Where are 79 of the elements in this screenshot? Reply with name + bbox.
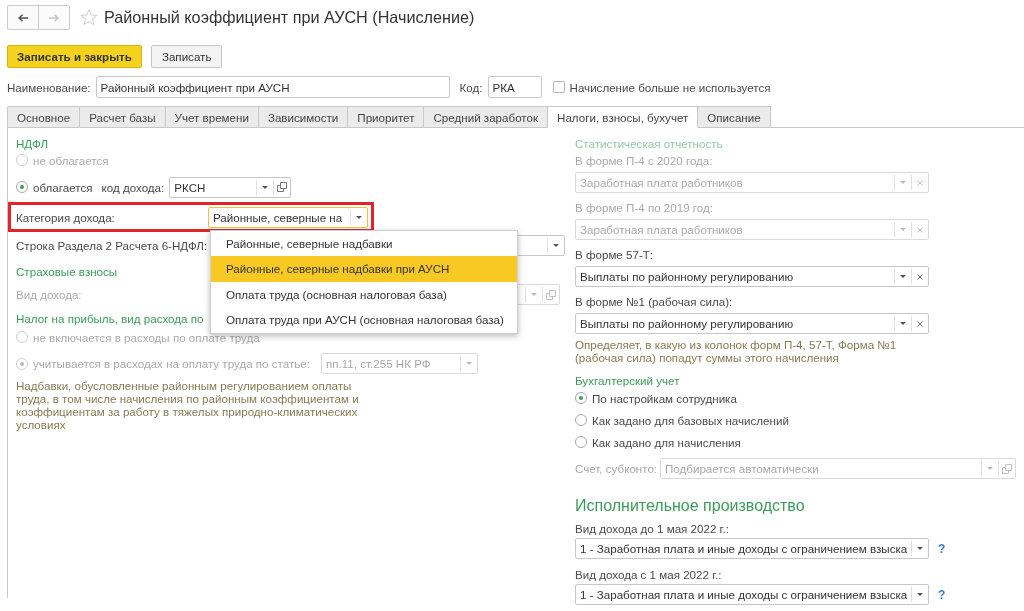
field-label: В форме №1 (рабочая сила): <box>575 294 733 310</box>
select-field[interactable]: 1 - Заработная плата и иные доходы с ограничением взыска <box>575 584 929 605</box>
clear-icon <box>917 226 923 233</box>
checkbox[interactable] <box>552 81 565 93</box>
caret-icon <box>900 228 906 231</box>
section-heading: Бухгалтерский учет <box>575 373 680 389</box>
save-button[interactable]: Записать <box>150 45 223 68</box>
field-label: В форме П-4 с 2020 года: <box>575 153 713 169</box>
save-and-close-button[interactable]: Записать и закрыть <box>7 45 142 68</box>
section-heading: Статистическая отчетность <box>575 136 723 152</box>
arrow-left-icon <box>18 13 28 22</box>
radio-button[interactable] <box>16 181 28 193</box>
open-icon <box>1002 463 1012 474</box>
clear-icon <box>917 273 923 280</box>
dropdown-option[interactable]: Районные, северные надбавки при АУСН <box>211 256 517 282</box>
hint-text: Определяет, в какую из колонок форм П-4, 57-Т, Форма №1 (рабочая сила) попадут суммы этого начисления <box>575 338 898 364</box>
caret-icon <box>917 547 923 550</box>
help-link[interactable]: ? <box>938 541 946 556</box>
caret-icon <box>531 293 537 296</box>
tab[interactable]: Налоги, взносы, бухучет <box>548 106 699 128</box>
tab[interactable]: Зависимости <box>258 106 349 128</box>
select-field[interactable]: РКСН <box>169 176 292 198</box>
open-icon <box>277 182 288 192</box>
field-label: Вид дохода до 1 мая 2022 г.: <box>575 521 729 537</box>
section-heading: Налог на прибыль, вид расхода по <box>16 311 204 327</box>
radio-label[interactable]: По настройкам сотрудника <box>592 391 737 405</box>
field-label: В форме П-4 по 2019 год: <box>575 200 713 216</box>
field-label: Код: <box>459 80 483 94</box>
field-label: код дохода: <box>101 180 165 194</box>
caret-icon <box>553 244 559 247</box>
arrow-right-icon <box>49 13 59 22</box>
select-field[interactable]: Выплаты по районному регулированию <box>575 266 929 287</box>
field-label: Категория дохода: <box>16 210 116 224</box>
checkbox-label[interactable]: Начисление больше не используется <box>569 80 771 94</box>
tab[interactable]: Расчет базы <box>80 106 166 128</box>
dropdown-option[interactable]: Оплата труда при АУСН (основная налоговая база) <box>211 307 517 333</box>
clear-icon <box>917 179 923 186</box>
radio-label[interactable]: Как задано для базовых начислений <box>592 413 789 427</box>
open-icon <box>546 289 556 300</box>
field-label: В форме 57-Т: <box>575 247 654 263</box>
window-title: Районный коэффициент при АУСН (Начисление) <box>104 8 475 27</box>
select-field[interactable]: 1 - Заработная плата и иные доходы с ограничением взыска <box>575 538 929 559</box>
dropdown-option[interactable]: Оплата труда (основная налоговая база) <box>211 281 517 307</box>
help-link[interactable]: ? <box>938 587 946 602</box>
section-heading: НДФЛ <box>16 136 48 152</box>
select-field[interactable]: Выплаты по районному регулированию <box>575 313 929 334</box>
caret-icon <box>356 215 362 219</box>
star-icon[interactable] <box>80 9 98 26</box>
field-label: Вид дохода с 1 мая 2022 г.: <box>575 567 722 583</box>
dropdown-option[interactable]: Районные, северные надбавки <box>211 230 517 256</box>
back-button[interactable] <box>7 5 39 30</box>
tab[interactable]: Приоритет <box>348 106 425 128</box>
select-field[interactable]: Районные, северные на <box>208 206 368 228</box>
tab[interactable]: Описание <box>698 106 771 128</box>
tab[interactable]: Учет времени <box>165 106 259 128</box>
code-field[interactable]: РКА <box>487 76 542 98</box>
tab[interactable]: Основное <box>7 106 81 128</box>
caret-icon <box>900 322 906 325</box>
caret-icon <box>465 362 472 365</box>
section-heading: Страховые взносы <box>16 264 118 280</box>
field-label: Строка Раздела 2 Расчета 6-НДФЛ: <box>16 239 209 252</box>
clear-icon <box>917 320 923 327</box>
section-heading: Исполнительное производство <box>575 496 805 516</box>
caret-icon <box>262 185 269 189</box>
radio-label[interactable]: Как задано для начисления <box>592 435 741 449</box>
caret-icon <box>987 467 993 470</box>
caret-icon <box>917 593 923 596</box>
radio-button[interactable] <box>575 392 587 404</box>
tab[interactable]: Средний заработок <box>424 106 549 128</box>
hint-text: Надбавки, обусловленные районным регулированием оплаты труда, в том числе начисления по районным коэффициентам и коэффициентам за работу в тяжелых природно-климатических условиях <box>16 379 360 431</box>
caret-icon <box>900 181 906 184</box>
field-label: Вид дохода: <box>16 288 83 301</box>
field-label: Наименование: <box>7 80 91 94</box>
name-field[interactable]: Районный коэффициент при АУСН <box>95 76 450 98</box>
radio-button[interactable] <box>575 414 587 426</box>
field-label: Счет, субконто: <box>575 462 659 475</box>
radio-button[interactable] <box>575 436 587 448</box>
radio-label[interactable]: облагается <box>33 180 93 194</box>
caret-icon <box>900 275 906 278</box>
